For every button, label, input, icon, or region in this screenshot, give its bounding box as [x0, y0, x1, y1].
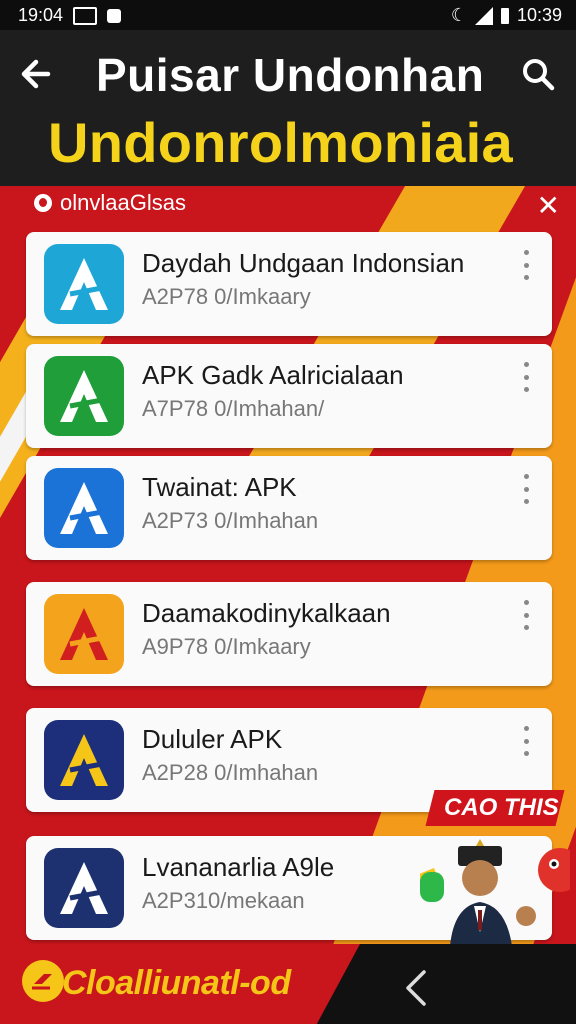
app-list-item[interactable]: Twainat: APK A2P73 0/Imhahan	[26, 456, 552, 560]
promo-tag-label: CAO THIS	[444, 794, 559, 821]
battery-icon	[500, 7, 509, 24]
app-icon	[44, 244, 124, 324]
app-list-item[interactable]: Daamakodinykalkaan A9P78 0/Imkaary	[26, 582, 552, 686]
app-meta: A2P78 0/Imkaary	[142, 284, 311, 309]
status-time-left: 19:04	[18, 5, 64, 25]
brand-label: Cloalliunatl-od	[62, 964, 291, 1002]
more-options-icon[interactable]	[520, 726, 532, 756]
status-time-right: 10:39	[516, 5, 562, 25]
status-bar: 19:04 ☾ 10:39	[0, 0, 576, 30]
app-meta: A2P73 0/Imhahan	[142, 508, 319, 533]
app-meta: A2P310/mekaan	[142, 888, 305, 913]
app-meta: A2P28 0/Imhahan	[142, 760, 319, 785]
app-list-item[interactable]: APK Gadk Aalricialaan A7P78 0/Imhahan/	[26, 344, 552, 448]
close-icon[interactable]: ✕	[537, 192, 560, 220]
page-title: Puisar Undonhan	[96, 49, 485, 101]
notification-icon	[107, 8, 122, 23]
drop-icon	[34, 194, 52, 212]
search-icon[interactable]	[518, 54, 558, 94]
app-icon	[44, 594, 124, 674]
app-name: Daamakodinykalkaan	[142, 598, 391, 628]
page-subtitle: Undonrolmoniaia	[48, 111, 513, 174]
promo-illustration	[420, 836, 570, 946]
nav-back-icon[interactable]	[396, 966, 436, 1010]
app-name: Twainat: APK	[142, 472, 297, 502]
app-name: Lvananarlia A9le	[142, 852, 335, 882]
status-left: 19:04	[18, 5, 122, 26]
app-meta: A7P78 0/Imhahan/	[142, 396, 325, 421]
back-arrow-icon[interactable]	[18, 52, 62, 96]
app-icon	[44, 848, 124, 928]
wifi-icon: ☾	[450, 5, 467, 25]
app-name: Daydah Undgaan Indonsian	[142, 248, 465, 278]
signal-icon	[474, 6, 493, 25]
app-name: APK Gadk Aalricialaan	[142, 360, 404, 390]
status-right: ☾ 10:39	[451, 5, 562, 26]
more-options-icon[interactable]	[520, 600, 532, 630]
app-name: Dululer APK	[142, 724, 283, 754]
screenshot-icon	[73, 6, 98, 25]
banner-label: olnvlaaGlsas	[60, 190, 186, 215]
app-header: Puisar Undonhan Undonrolmoniaia	[0, 30, 576, 186]
app-icon	[44, 468, 124, 548]
app-list-item[interactable]: Daydah Undgaan Indonsian A2P78 0/Imkaary	[26, 232, 552, 336]
more-options-icon[interactable]	[520, 474, 532, 504]
more-options-icon[interactable]	[520, 250, 532, 280]
app-icon	[44, 356, 124, 436]
banner-label-row: olnvlaaGlsas	[34, 190, 186, 216]
brand-logo-icon	[22, 960, 64, 1002]
more-options-icon[interactable]	[520, 362, 532, 392]
app-meta: A9P78 0/Imkaary	[142, 634, 311, 659]
app-icon	[44, 720, 124, 800]
